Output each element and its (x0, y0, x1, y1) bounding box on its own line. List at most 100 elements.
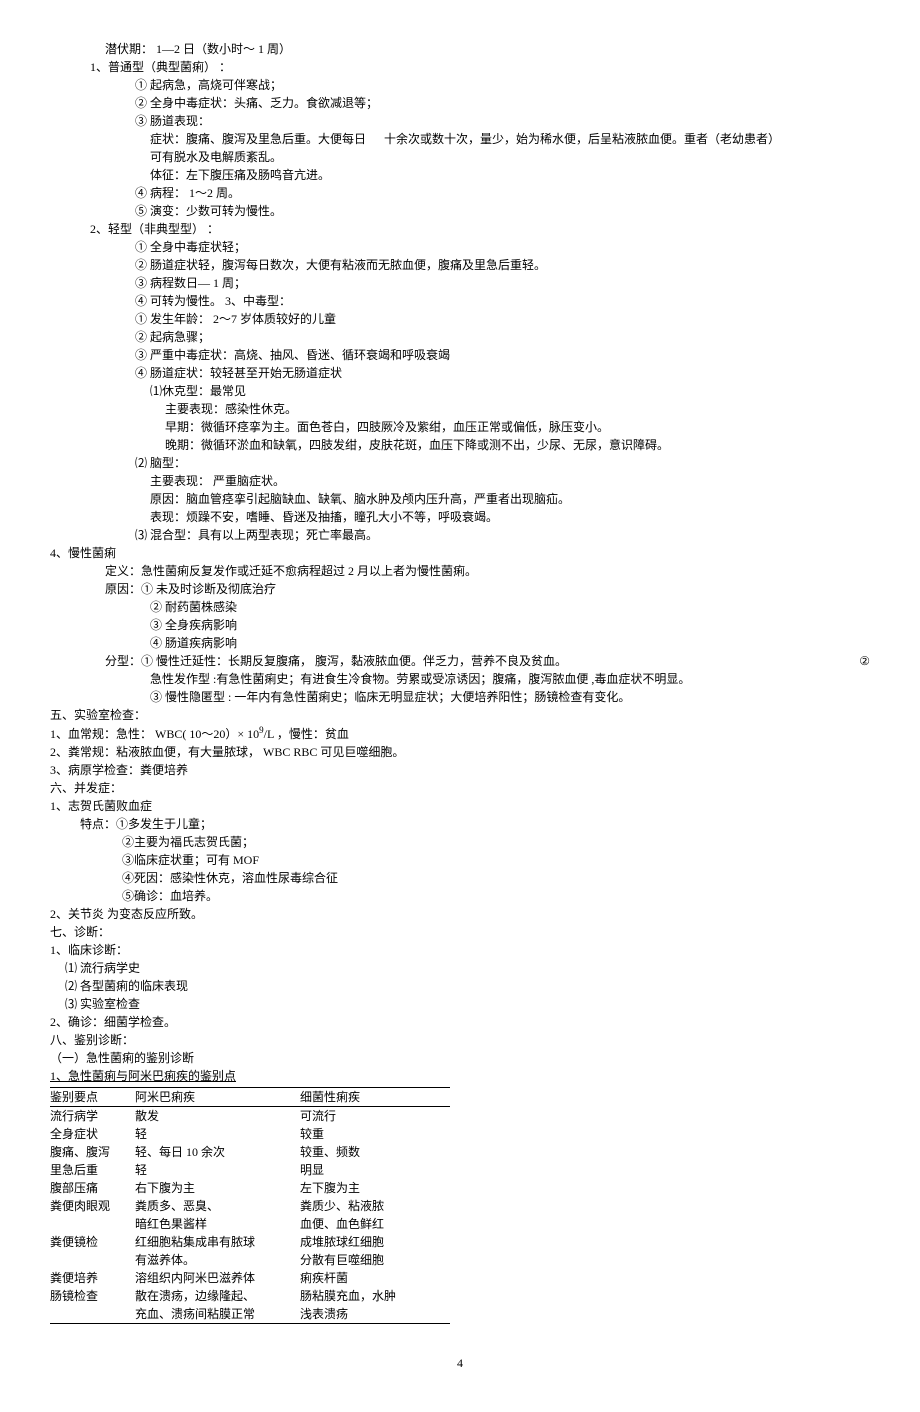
t: 五、实验室检查： (50, 708, 146, 722)
td: 溶组织内阿米巴滋养体 (135, 1269, 300, 1287)
t: ② 全身中毒症状：头痛、乏力。食欲减退等； (135, 96, 378, 110)
t: 六、并发症： (50, 781, 122, 795)
text-line: 五、实验室检查： (50, 706, 870, 724)
text-line: 1、普通型（典型菌痢） ： (50, 58, 870, 76)
text-line: 体征：左下腹压痛及肠鸣音亢进。 (50, 166, 870, 184)
t: 1、普通型（典型菌痢） ： (90, 60, 231, 74)
t: 4、慢性菌痢 (50, 546, 116, 560)
text-line: 2、轻型（非典型型） ： (50, 220, 870, 238)
t: ① 起病急，高烧可伴寒战； (135, 78, 282, 92)
t: 2、轻型（非典型型） ： (90, 222, 219, 236)
t: 主要表现：感染性休克。 (165, 402, 297, 416)
t: ④ 可转为慢性。 3、中毒型： (135, 294, 291, 308)
text-line: ① 发生年龄： 2～7 岁体质较好的儿童 (50, 310, 870, 328)
td: 明显 (300, 1161, 450, 1179)
text-line: 主要表现： 严重脑症状。 (50, 472, 870, 490)
t: ④ 病程： 1～2 周。 (135, 186, 240, 200)
text-line: 3、病原学检查：粪便培养 (50, 761, 870, 779)
td: 流行病学 (50, 1107, 135, 1126)
t: ⑴ 流行病学史 (65, 961, 140, 975)
t: 定义：急性菌痢反复发作或迁延不愈病程超过 2 月以上者为慢性菌痢。 (105, 564, 477, 578)
table-header-row: 鉴别要点 阿米巴痢疾 细菌性痢疾 (50, 1088, 450, 1107)
t: ③ 全身疾病影响 (150, 618, 237, 632)
th: 细菌性痢疾 (300, 1088, 450, 1107)
t: 原因：① 未及时诊断及彻底治疗 (105, 582, 276, 596)
td: 较重、频数 (300, 1143, 450, 1161)
text-line: ③ 全身疾病影响 (50, 616, 870, 634)
t: ③ 肠道表现： (135, 114, 210, 128)
td: 里急后重 (50, 1161, 135, 1179)
text-line: ⑤确诊：血培养。 (50, 887, 870, 905)
td: 散发 (135, 1107, 300, 1126)
t: ③临床症状重；可有 MOF (122, 853, 259, 867)
text-line: 七、诊断： (50, 923, 870, 941)
td: 腹痛、腹泻 (50, 1143, 135, 1161)
t: 2、确诊：细菌学检查。 (50, 1015, 176, 1029)
text-line: ⑶ 实验室检查 (50, 995, 870, 1013)
t: 症状：腹痛、腹泻及里急后重。大便每日 (150, 132, 366, 146)
td: 左下腹为主 (300, 1179, 450, 1197)
text-line: ③临床症状重；可有 MOF (50, 851, 870, 869)
t: 1、志贺氏菌败血症 (50, 799, 152, 813)
t: ③ 慢性隐匿型 : 一年内有急性菌痢史；临床无明显症状；大便培养阳性；肠镜检查有… (150, 690, 630, 704)
text-line: 六、并发症： (50, 779, 870, 797)
text-line: ④ 病程： 1～2 周。 (50, 184, 870, 202)
t: 1、血常规：急性： WBC( 10～20）× 10 (50, 727, 259, 741)
t: ⑶ 混合型：具有以上两型表现；死亡率最高。 (135, 528, 378, 542)
text-line: ⑴ 流行病学史 (50, 959, 870, 977)
text-line: ② 耐药菌株感染 (50, 598, 870, 616)
t: ③ 严重中毒症状：高烧、抽风、昏迷、循环衰竭和呼吸衰竭 (135, 348, 450, 362)
t: 体征：左下腹压痛及肠鸣音亢进。 (150, 168, 330, 182)
text-line: 1、志贺氏菌败血症 (50, 797, 870, 815)
td: 全身症状 (50, 1125, 135, 1143)
text-line: 症状：腹痛、腹泻及里急后重。大便每日 十余次或数十次，量少，始为稀水便，后呈粘液… (50, 130, 870, 148)
text-line: 2、确诊：细菌学检查。 (50, 1013, 870, 1031)
t: 早期：微循环痉挛为主。面色苍白，四肢厥冷及紫绀，血压正常或偏低，脉压变小。 (165, 420, 609, 434)
t: ③ 病程数日— 1 周； (135, 276, 246, 290)
t: ④死因：感染性休克，溶血性尿毒综合征 (122, 871, 338, 885)
text-line: ④死因：感染性休克，溶血性尿毒综合征 (50, 869, 870, 887)
text-line: ④ 肠道疾病影响 (50, 634, 870, 652)
text-line: ③ 肠道表现： (50, 112, 870, 130)
td: 粪质少、粘液脓 血便、血色鲜红 (300, 1197, 450, 1233)
table-row: 腹部压痛 右下腹为主 左下腹为主 (50, 1179, 450, 1197)
text-line: ① 全身中毒症状轻； (50, 238, 870, 256)
text-line: ③ 慢性隐匿型 : 一年内有急性菌痢史；临床无明显症状；大便培养阳性；肠镜检查有… (50, 688, 870, 706)
text-line: 潜伏期： 1—2 日（数小时～ 1 周） (50, 40, 870, 58)
td: 较重 (300, 1125, 450, 1143)
t: 十余次或数十次，量少，始为稀水便，后呈粘液脓血便。重者（老幼患者） (384, 132, 780, 146)
td: 右下腹为主 (135, 1179, 300, 1197)
text-line: 主要表现：感染性休克。 (50, 400, 870, 418)
t: 3、病原学检查：粪便培养 (50, 763, 188, 777)
t: ⑤ 演变：少数可转为慢性。 (135, 204, 282, 218)
t: ② (859, 652, 870, 670)
text-line: ② 肠道症状轻，腹泻每日数次，大便有粘液而无脓血便，腹痛及里急后重轻。 (50, 256, 870, 274)
text-line: ② 起病急骤； (50, 328, 870, 346)
t: ②主要为福氏志贺氏菌； (122, 835, 254, 849)
t: 4 (457, 1356, 463, 1370)
text-line: 1、临床诊断： (50, 941, 870, 959)
text-line: ⑵ 脑型： (50, 454, 870, 472)
t: 1、急性菌痢与阿米巴痢疾的鉴别点 (50, 1069, 236, 1083)
t: 2、粪常规：粘液脓血便，有大量脓球， WBC RBC 可见巨噬细胞。 (50, 745, 404, 759)
t: ② 起病急骤； (135, 330, 210, 344)
text-line: 早期：微循环痉挛为主。面色苍白，四肢厥冷及紫绀，血压正常或偏低，脉压变小。 (50, 418, 870, 436)
comparison-table: 鉴别要点 阿米巴痢疾 细菌性痢疾 流行病学 散发 可流行 全身症状 轻 较重 腹… (50, 1087, 450, 1324)
text-line: 分型：① 慢性迁延性：长期反复腹痛， 腹泻，黏液脓血便。伴乏力，营养不良及贫血。… (50, 652, 870, 670)
text-line: 晚期：微循环淤血和缺氧，四肢发绀，皮肤花斑，血压下降或测不出，少尿、无尿，意识障… (50, 436, 870, 454)
th: 阿米巴痢疾 (135, 1088, 300, 1107)
text-line: ⑵ 各型菌痢的临床表现 (50, 977, 870, 995)
t: 七、诊断： (50, 925, 110, 939)
text-line: 4、慢性菌痢 (50, 544, 870, 562)
text-line: 八、鉴别诊断： (50, 1031, 870, 1049)
td: 腹部压痛 (50, 1179, 135, 1197)
t: 可有脱水及电解质紊乱。 (150, 150, 282, 164)
text-line: 定义：急性菌痢反复发作或迁延不愈病程超过 2 月以上者为慢性菌痢。 (50, 562, 870, 580)
t: /L ，慢性：贫血 (264, 727, 349, 741)
t: 1、临床诊断： (50, 943, 128, 957)
th: 鉴别要点 (50, 1088, 135, 1107)
td: 肠镜检查 (50, 1287, 135, 1324)
td: 粪便镜检 (50, 1233, 135, 1269)
text-line: ⑤ 演变：少数可转为慢性。 (50, 202, 870, 220)
text-line: 特点：①多发生于儿童； (50, 815, 870, 833)
